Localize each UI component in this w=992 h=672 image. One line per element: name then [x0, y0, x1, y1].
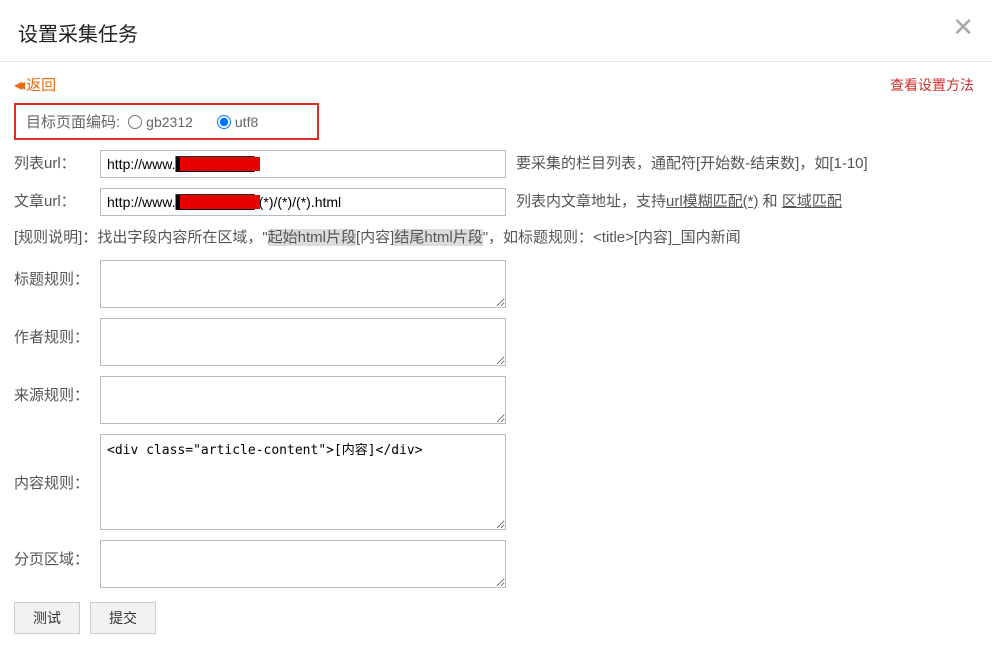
content-rule-row: 内容规则：	[14, 434, 978, 530]
author-rule-label: 作者规则：	[14, 318, 100, 352]
radio-gb2312-label: gb2312	[146, 114, 193, 130]
dialog-title: 设置采集任务	[18, 18, 974, 47]
title-rule-input[interactable]	[100, 260, 506, 308]
radio-utf8[interactable]	[217, 115, 231, 129]
author-rule-input[interactable]	[100, 318, 506, 366]
url-fuzzy-link[interactable]: url模糊匹配(*)	[666, 193, 759, 210]
source-rule-input[interactable]	[100, 376, 506, 424]
article-url-row: 文章url： 列表内文章地址，支持url模糊匹配(*) 和 区域匹配	[14, 188, 978, 216]
encoding-option-gb2312[interactable]: gb2312	[128, 114, 193, 130]
test-button[interactable]: 测试	[14, 602, 80, 634]
source-rule-label: 来源规则：	[14, 376, 100, 410]
close-icon[interactable]: ✕	[952, 14, 974, 40]
view-method-link[interactable]: 查看设置方法	[890, 75, 974, 95]
encoding-box: 目标页面编码: gb2312 utf8	[14, 103, 319, 140]
title-rule-label: 标题规则：	[14, 260, 100, 294]
top-row: ◂◂ 返回 查看设置方法	[0, 62, 992, 101]
page-rule-label: 分页区域：	[14, 540, 100, 574]
list-url-row: 列表url： 要采集的栏目列表，通配符[开始数-结束数]，如[1-10]	[14, 150, 978, 178]
source-rule-row: 来源规则：	[14, 376, 978, 424]
back-label: 返回	[26, 74, 56, 95]
radio-gb2312[interactable]	[128, 115, 142, 129]
region-match-link[interactable]: 区域匹配	[782, 193, 842, 210]
list-url-input[interactable]	[100, 150, 506, 178]
list-url-label: 列表url：	[14, 150, 100, 178]
encoding-option-utf8[interactable]: utf8	[217, 114, 258, 130]
back-button[interactable]: ◂◂ 返回	[14, 74, 56, 95]
back-arrows-icon: ◂◂	[14, 75, 20, 95]
dialog-header: 设置采集任务 ✕	[0, 0, 992, 62]
page-rule-input[interactable]	[100, 540, 506, 588]
content-rule-label: 内容规则：	[14, 434, 100, 498]
title-rule-row: 标题规则：	[14, 260, 978, 308]
article-url-hint: 列表内文章地址，支持url模糊匹配(*) 和 区域匹配	[516, 188, 842, 216]
submit-button[interactable]: 提交	[90, 602, 156, 634]
page-rule-row: 分页区域：	[14, 540, 978, 588]
encoding-radio-group: gb2312 utf8	[128, 114, 258, 130]
radio-utf8-label: utf8	[235, 114, 258, 130]
author-rule-row: 作者规则：	[14, 318, 978, 366]
form-body: 列表url： 要采集的栏目列表，通配符[开始数-结束数]，如[1-10] 文章u…	[0, 150, 992, 588]
content-rule-input[interactable]	[100, 434, 506, 530]
list-url-hint: 要采集的栏目列表，通配符[开始数-结束数]，如[1-10]	[516, 150, 868, 178]
encoding-label: 目标页面编码:	[26, 111, 120, 132]
rule-description: [规则说明]：找出字段内容所在区域，"起始html片段[内容]结尾html片段"…	[14, 226, 978, 250]
button-row: 测试 提交	[0, 598, 992, 648]
article-url-input[interactable]	[100, 188, 506, 216]
article-url-label: 文章url：	[14, 188, 100, 216]
